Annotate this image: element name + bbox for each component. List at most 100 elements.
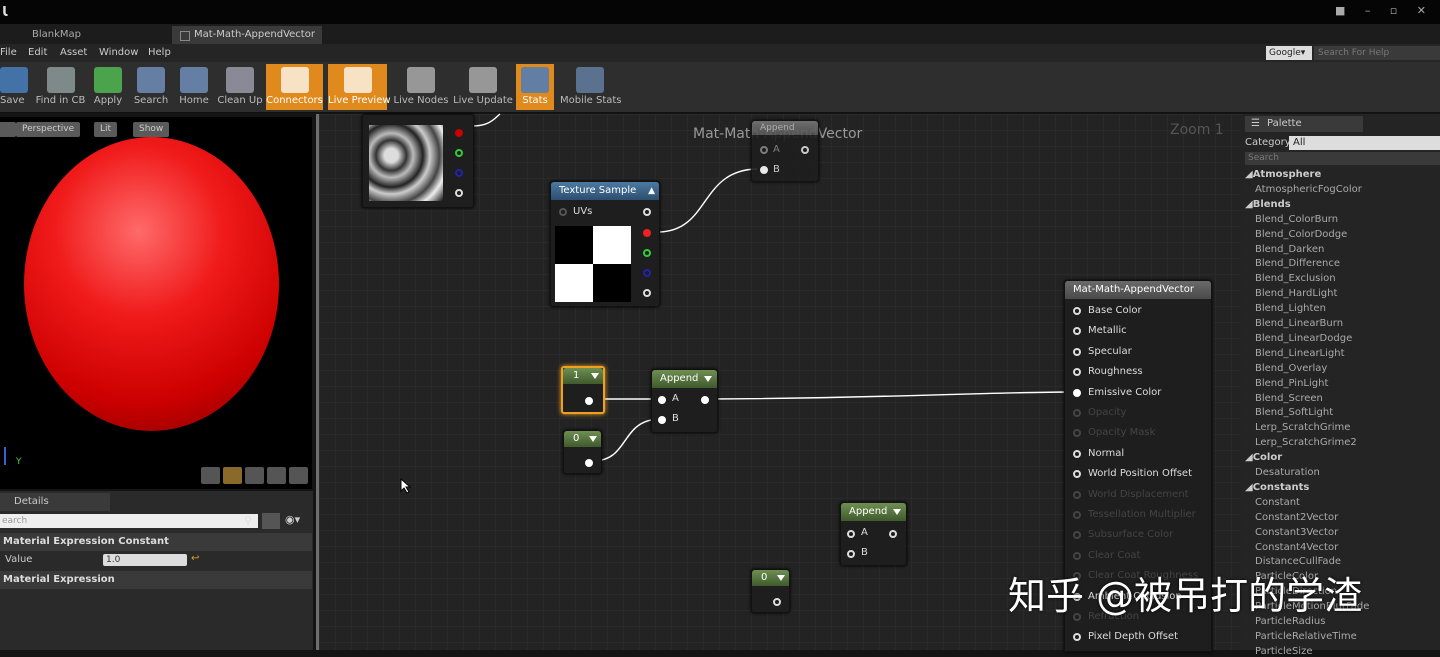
palette-item[interactable]: Blend_Darken bbox=[1255, 244, 1324, 255]
collapse-icon[interactable]: ▲ bbox=[648, 182, 655, 200]
palette-item[interactable]: Constant3Vector bbox=[1255, 527, 1338, 538]
menu-asset[interactable]: Asset bbox=[60, 44, 87, 62]
result-pin-tessellation-multiplier[interactable] bbox=[1073, 511, 1081, 519]
constant-node-1[interactable]: 1 bbox=[561, 366, 605, 414]
toolbar-search-button[interactable]: Search bbox=[130, 64, 172, 110]
append-1-a-pin[interactable] bbox=[658, 396, 666, 404]
append-1-b-pin[interactable] bbox=[658, 416, 666, 424]
palette-search-input[interactable]: Search bbox=[1245, 152, 1440, 165]
palette-item[interactable]: Blend_LinearBurn bbox=[1255, 318, 1343, 329]
palette-item[interactable]: Blend_PinLight bbox=[1255, 378, 1328, 389]
menu-help[interactable]: Help bbox=[148, 44, 171, 62]
section-material-expression[interactable]: Material Expression bbox=[0, 571, 312, 589]
constant-0a-output-pin[interactable] bbox=[585, 459, 593, 467]
result-pin-subsurface-color[interactable] bbox=[1073, 531, 1081, 539]
collapse-icon[interactable] bbox=[704, 376, 712, 382]
toolbar-connectors-button[interactable]: Connectors bbox=[266, 64, 323, 110]
section-material-expression-constant[interactable]: Material Expression Constant bbox=[0, 533, 312, 551]
append-2-output-pin[interactable] bbox=[889, 530, 897, 538]
palette-item[interactable]: Blend_LinearDodge bbox=[1255, 333, 1352, 344]
palette-tab[interactable]: ☰ Palette bbox=[1245, 116, 1363, 132]
append-top-b-pin[interactable] bbox=[760, 166, 768, 174]
palette-item[interactable]: Blend_ColorDodge bbox=[1255, 229, 1347, 240]
help-search-engine[interactable]: Google▾ bbox=[1266, 46, 1312, 60]
constant-node-0b[interactable]: 0 bbox=[751, 569, 790, 613]
texture-b-pin[interactable] bbox=[643, 269, 651, 277]
window-controls[interactable]: ■ – ▫ ✕ bbox=[1335, 4, 1434, 17]
toolbar-home-button[interactable]: Home bbox=[174, 64, 214, 110]
append-2-b-pin[interactable] bbox=[847, 550, 855, 558]
append-top-output-pin[interactable] bbox=[801, 146, 809, 154]
plane-preview-icon[interactable] bbox=[245, 467, 264, 484]
append-1-output-pin[interactable] bbox=[701, 396, 709, 404]
toolbar-save-button[interactable]: Save bbox=[0, 64, 24, 110]
toolbar-live-preview-button[interactable]: Live Preview bbox=[328, 64, 387, 110]
texture-g-pin[interactable] bbox=[643, 249, 651, 257]
menu-file[interactable]: File bbox=[0, 44, 17, 62]
search-icon[interactable]: ⚲ bbox=[244, 514, 252, 527]
palette-item[interactable]: Blend_Screen bbox=[1255, 393, 1323, 404]
constant-0b-output-pin[interactable] bbox=[773, 598, 781, 606]
palette-item[interactable]: Lerp_ScratchGrime bbox=[1255, 422, 1350, 433]
toolbar-live-update-button[interactable]: Live Update bbox=[453, 64, 513, 110]
tab-blankmap[interactable]: BlankMap bbox=[10, 26, 170, 44]
toolbar-live-nodes-button[interactable]: Live Nodes bbox=[392, 64, 450, 110]
property-matrix-icon[interactable] bbox=[262, 513, 280, 529]
palette-item[interactable]: Blend_Lighten bbox=[1255, 303, 1326, 314]
result-pin-opacity-mask[interactable] bbox=[1073, 429, 1081, 437]
constant-node-0a[interactable]: 0 bbox=[563, 430, 602, 474]
palette-item[interactable]: Blend_Overlay bbox=[1255, 363, 1327, 374]
value-field[interactable]: 1.0 bbox=[103, 554, 187, 566]
result-pin-emissive-color[interactable] bbox=[1073, 389, 1081, 397]
result-pin-world-displacement[interactable] bbox=[1073, 491, 1081, 499]
constant-1-output-pin[interactable] bbox=[585, 397, 593, 405]
cube-preview-icon[interactable] bbox=[267, 467, 286, 484]
palette-item[interactable]: Lerp_ScratchGrime2 bbox=[1255, 437, 1357, 448]
eye-icon[interactable]: ◉▾ bbox=[285, 513, 300, 526]
help-search-input[interactable]: Search For Help bbox=[1314, 46, 1440, 60]
r-output-pin[interactable] bbox=[455, 129, 463, 137]
category-select[interactable]: All bbox=[1289, 136, 1440, 150]
result-pin-base-color[interactable] bbox=[1073, 307, 1081, 315]
append-node-top[interactable]: Append A B bbox=[751, 120, 819, 182]
result-pin-normal[interactable] bbox=[1073, 450, 1081, 458]
details-search-input[interactable]: earch bbox=[0, 514, 258, 528]
cylinder-preview-icon[interactable] bbox=[201, 467, 220, 484]
palette-item[interactable]: Blend_Difference bbox=[1255, 258, 1340, 269]
palette-item[interactable]: Desaturation bbox=[1255, 467, 1320, 478]
collapse-icon[interactable] bbox=[591, 373, 599, 379]
g-output-pin[interactable] bbox=[455, 149, 463, 157]
result-pin-clear-coat[interactable] bbox=[1073, 552, 1081, 560]
toolbar-find-in-cb-button[interactable]: Find in CB bbox=[33, 64, 88, 110]
result-pin-metallic[interactable] bbox=[1073, 327, 1081, 335]
reset-icon[interactable]: ↩ bbox=[191, 553, 199, 564]
b-output-pin[interactable] bbox=[455, 169, 463, 177]
collapse-icon[interactable] bbox=[893, 509, 901, 515]
palette-item[interactable]: AtmosphericFogColor bbox=[1255, 184, 1362, 195]
palette-item[interactable]: ParticleSize bbox=[1255, 646, 1312, 657]
menu-window[interactable]: Window bbox=[99, 44, 138, 62]
palette-item[interactable]: Constant4Vector bbox=[1255, 542, 1338, 553]
palette-category[interactable]: ◢Constants bbox=[1245, 482, 1309, 493]
details-tab[interactable]: Details bbox=[0, 493, 110, 511]
collapse-icon[interactable] bbox=[777, 575, 785, 581]
collapse-icon[interactable] bbox=[589, 436, 597, 442]
palette-item[interactable]: Blend_ColorBurn bbox=[1255, 214, 1338, 225]
viewport-menu-button[interactable] bbox=[0, 122, 16, 137]
result-pin-specular[interactable] bbox=[1073, 348, 1081, 356]
menu-edit[interactable]: Edit bbox=[28, 44, 47, 62]
tab-material-editor[interactable]: Mat-Math-AppendVector bbox=[172, 26, 322, 44]
lit-button[interactable]: Lit bbox=[94, 122, 117, 137]
texture-sample-node[interactable]: Texture Sample ▲ UVs bbox=[550, 181, 660, 307]
result-pin-roughness[interactable] bbox=[1073, 368, 1081, 376]
result-pin-pixel-depth-offset[interactable] bbox=[1073, 633, 1081, 641]
palette-item[interactable]: Blend_Exclusion bbox=[1255, 273, 1336, 284]
palette-item[interactable]: Constant bbox=[1255, 497, 1300, 508]
palette-category[interactable]: ◢Blends bbox=[1245, 199, 1291, 210]
a-output-pin[interactable] bbox=[455, 189, 463, 197]
toolbar-apply-button[interactable]: Apply bbox=[89, 64, 127, 110]
palette-item[interactable]: Blend_SoftLight bbox=[1255, 407, 1333, 418]
perspective-button[interactable]: Perspective bbox=[16, 122, 80, 137]
show-button[interactable]: Show bbox=[133, 122, 169, 137]
texture-a-pin[interactable] bbox=[643, 289, 651, 297]
